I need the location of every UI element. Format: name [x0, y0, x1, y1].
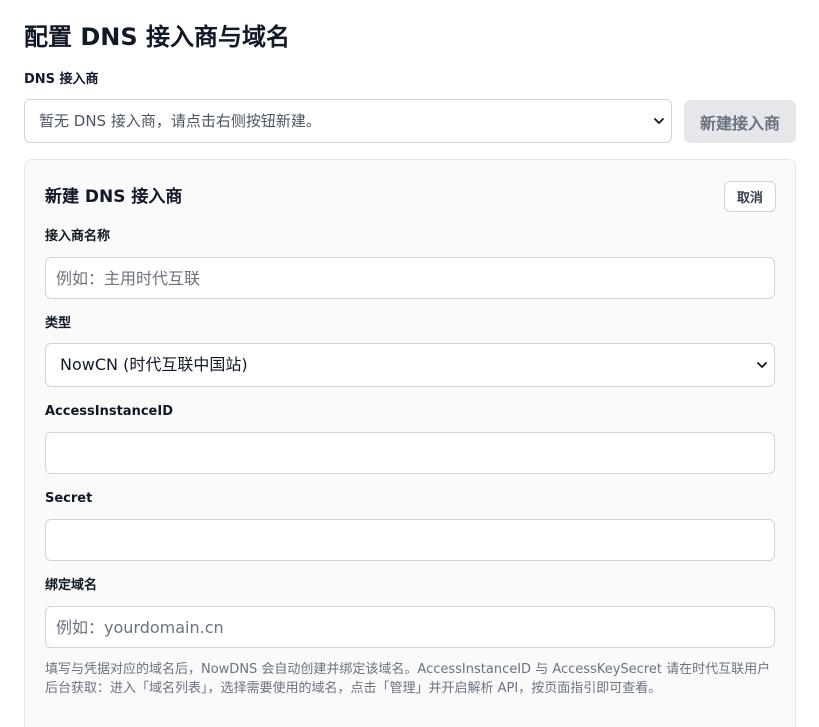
page-title: 配置 DNS 接入商与域名: [24, 23, 291, 51]
new-provider-button[interactable]: 新建接入商: [684, 100, 796, 143]
dns-config-page: 配置 DNS 接入商与域名 DNS 接入商 暂无 DNS 接入商，请点击右侧按钮…: [0, 0, 819, 727]
chevron-down-icon: [757, 362, 767, 368]
bound-domain-input[interactable]: [45, 606, 775, 648]
provider-name-label: 接入商名称: [45, 229, 111, 244]
chevron-down-icon: [654, 118, 664, 124]
bound-domain-label: 绑定域名: [45, 578, 98, 593]
provider-select[interactable]: 暂无 DNS 接入商，请点击右侧按钮新建。: [24, 99, 672, 143]
provider-label: DNS 接入商: [24, 72, 99, 87]
access-instance-id-label: AccessInstanceID: [45, 404, 173, 419]
help-text: 填写与凭据对应的域名后，NowDNS 会自动创建并绑定该域名。AccessIns…: [45, 662, 771, 696]
cancel-button[interactable]: 取消: [724, 181, 776, 212]
secret-label: Secret: [45, 491, 93, 506]
provider-select-value: 暂无 DNS 接入商，请点击右侧按钮新建。: [39, 112, 321, 130]
type-select-value: NowCN (时代互联中国站): [60, 355, 248, 374]
access-instance-id-input[interactable]: [45, 432, 775, 474]
secret-input[interactable]: [45, 519, 775, 561]
new-provider-form: 新建 DNS 接入商 取消 接入商名称 类型 NowCN (时代互联中国站) A…: [24, 159, 796, 727]
type-label: 类型: [45, 316, 72, 331]
type-select[interactable]: NowCN (时代互联中国站): [45, 343, 775, 387]
provider-name-input[interactable]: [45, 257, 775, 299]
form-title: 新建 DNS 接入商: [45, 187, 183, 207]
